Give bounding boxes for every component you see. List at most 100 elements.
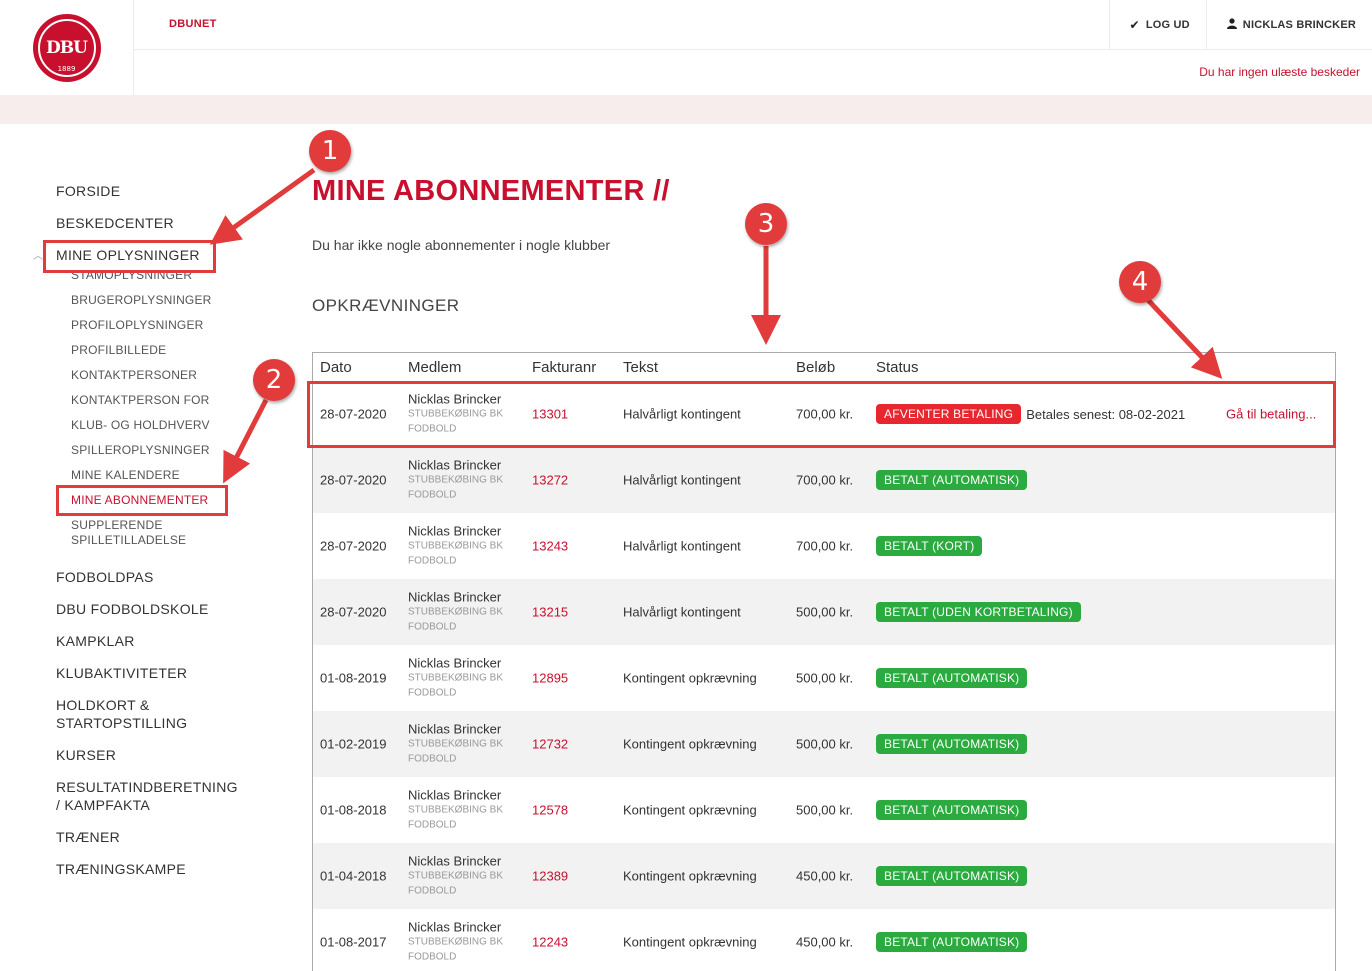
row-member: Nicklas Brincker STUBBEKØBING BK FODBOLD <box>408 920 518 965</box>
row-date: 01-08-2018 <box>320 802 387 818</box>
messages-link[interactable]: Du har ingen ulæste beskeder <box>1199 65 1360 79</box>
row-member: Nicklas Brincker STUBBEKØBING BK FODBOLD <box>408 524 518 569</box>
member-club: STUBBEKØBING BK <box>408 474 504 486</box>
sidebar-sub-spilleroplysninger[interactable]: SPILLEROPLYSNINGER <box>71 443 210 458</box>
highlight-box-pending-row <box>307 381 1336 448</box>
row-amount: 450,00 kr. <box>796 868 854 884</box>
chevron-up-icon[interactable]: ︿ <box>33 247 43 262</box>
logo-area[interactable]: DBU 1889 <box>0 0 134 95</box>
member-name: Nicklas Brincker <box>408 853 502 869</box>
member-club: STUBBEKØBING BK <box>408 672 504 684</box>
status-badge: BETALT (UDEN KORTBETALING) <box>876 602 1081 622</box>
col-status: Status <box>876 359 919 376</box>
arrow-2 <box>223 398 269 484</box>
status-badge: BETALT (AUTOMATISK) <box>876 932 1028 952</box>
member-club-line-2: FODBOLD <box>408 621 457 633</box>
table-row: 01-08-2018 Nicklas Brincker STUBBEKØBING… <box>313 777 1335 843</box>
row-text: Kontingent opkrævning <box>623 868 757 884</box>
sidebar-sub-klub-holdhverv[interactable]: KLUB- OG HOLDHVERV <box>71 418 210 433</box>
row-amount: 700,00 kr. <box>796 538 854 554</box>
status-badge: BETALT (AUTOMATISK) <box>876 470 1028 490</box>
col-amount: Beløb <box>796 359 836 376</box>
row-text: Kontingent opkrævning <box>623 736 757 752</box>
arrow-1 <box>209 167 316 245</box>
row-date: 01-08-2017 <box>320 934 387 950</box>
sidebar-item-kurser[interactable]: KURSER <box>56 746 116 764</box>
row-date: 28-07-2020 <box>320 538 387 554</box>
member-club: STUBBEKØBING BK <box>408 936 504 948</box>
logout-label: LOG UD <box>1145 19 1190 31</box>
status-badge: BETALT (AUTOMATISK) <box>876 668 1028 688</box>
row-status: BETALT (AUTOMATISK) <box>876 866 1028 886</box>
annotation-badge-2: 2 <box>253 359 295 401</box>
sidebar-sub-kontaktperson-for[interactable]: KONTAKTPERSON FOR <box>71 393 210 408</box>
header-band <box>0 95 1372 124</box>
dbu-logo[interactable]: DBU 1889 <box>32 13 101 82</box>
sidebar-item-kampklar[interactable]: KAMPKLAR <box>56 632 135 650</box>
member-club: STUBBEKØBING BK <box>408 540 504 552</box>
invoice-link[interactable]: 13243 <box>532 539 568 554</box>
invoice-link[interactable]: 12578 <box>532 803 568 818</box>
sidebar-sub-profiloplysninger[interactable]: PROFILOPLYSNINGER <box>71 318 204 333</box>
row-text: Halvårligt kontingent <box>623 604 741 620</box>
member-name: Nicklas Brincker <box>408 919 502 935</box>
member-club-line-2: FODBOLD <box>408 555 457 567</box>
col-date: Dato <box>320 359 352 376</box>
member-club: STUBBEKØBING BK <box>408 606 504 618</box>
supplerende-line-1: SUPPLERENDE <box>71 518 163 532</box>
annotation-badge-3: 3 <box>745 203 787 245</box>
row-status: BETALT (AUTOMATISK) <box>876 470 1028 490</box>
page-title: MINE ABONNEMENTER // <box>312 175 670 207</box>
section-title: OPKRÆVNINGER <box>312 296 460 315</box>
sidebar-item-traeningskampe[interactable]: TRÆNINGSKAMPE <box>56 860 186 878</box>
sidebar-item-klubaktiviteter[interactable]: KLUBAKTIVITETER <box>56 664 187 682</box>
holdkort-line-1: HOLDKORT & <box>56 697 150 713</box>
invoice-link[interactable]: 13215 <box>532 605 568 620</box>
row-member: Nicklas Brincker STUBBEKØBING BK FODBOLD <box>408 458 518 503</box>
sidebar-item-fodboldskole[interactable]: DBU FODBOLDSKOLE <box>56 600 209 618</box>
row-status: BETALT (AUTOMATISK) <box>876 668 1028 688</box>
invoice-link[interactable]: 12732 <box>532 737 568 752</box>
member-name: Nicklas Brincker <box>408 721 502 737</box>
row-text: Kontingent opkrævning <box>623 934 757 950</box>
highlight-box-mine-oplysninger <box>43 240 216 273</box>
row-text: Kontingent opkrævning <box>623 670 757 686</box>
member-club-line-2: FODBOLD <box>408 687 457 699</box>
table-row: 01-02-2019 Nicklas Brincker STUBBEKØBING… <box>313 711 1335 777</box>
sidebar-sub-supplerende[interactable]: SUPPLERENDE SPILLETILLADELSE <box>71 518 186 548</box>
sidebar-sub-kontaktpersoner[interactable]: KONTAKTPERSONER <box>71 368 197 383</box>
row-amount: 450,00 kr. <box>796 934 854 950</box>
invoice-link[interactable]: 12243 <box>532 935 568 950</box>
row-text: Kontingent opkrævning <box>623 802 757 818</box>
invoice-link[interactable]: 12895 <box>532 671 568 686</box>
sidebar-item-beskedcenter[interactable]: BESKEDCENTER <box>56 214 174 232</box>
sidebar-item-forside[interactable]: FORSIDE <box>56 182 120 200</box>
sidebar-item-fodboldpas[interactable]: FODBOLDPAS <box>56 568 154 586</box>
row-status: BETALT (AUTOMATISK) <box>876 734 1028 754</box>
table-row: 01-04-2018 Nicklas Brincker STUBBEKØBING… <box>313 843 1335 909</box>
invoice-link[interactable]: 12389 <box>532 869 568 884</box>
brand-link[interactable]: DBUNET <box>169 18 217 30</box>
status-badge: BETALT (AUTOMATISK) <box>876 734 1028 754</box>
row-amount: 500,00 kr. <box>796 736 854 752</box>
sidebar-sub-profilbillede[interactable]: PROFILBILLEDE <box>71 343 166 358</box>
member-club-line-2: FODBOLD <box>408 753 457 765</box>
sidebar-sub-brugeroplysninger[interactable]: BRUGEROPLYSNINGER <box>71 293 212 308</box>
no-subscriptions-text: Du har ikke nogle abonnementer i nogle k… <box>312 237 611 253</box>
logout-button[interactable]: ✔ LOG UD <box>1108 0 1206 50</box>
invoice-link[interactable]: 13272 <box>532 473 568 488</box>
member-name: Nicklas Brincker <box>408 589 502 605</box>
sidebar-item-holdkort[interactable]: HOLDKORT & STARTOPSTILLING <box>56 696 187 732</box>
status-badge: BETALT (AUTOMATISK) <box>876 800 1028 820</box>
checkmark-icon: ✔ <box>1129 18 1140 32</box>
sidebar-item-resultatindberetning[interactable]: RESULTATINDBERETNING / KAMPFAKTA <box>56 778 238 814</box>
table-row: 28-07-2020 Nicklas Brincker STUBBEKØBING… <box>313 513 1335 579</box>
sidebar-sub-mine-kalendere[interactable]: MINE KALENDERE <box>71 468 180 483</box>
row-text: Halvårligt kontingent <box>623 538 741 554</box>
row-member: Nicklas Brincker STUBBEKØBING BK FODBOLD <box>408 788 518 833</box>
status-badge: BETALT (AUTOMATISK) <box>876 866 1028 886</box>
resultat-line-2: / KAMPFAKTA <box>56 797 151 813</box>
row-date: 01-02-2019 <box>320 736 387 752</box>
user-button[interactable]: NICKLAS BRINCKER <box>1205 0 1372 50</box>
sidebar-item-traener[interactable]: TRÆNER <box>56 828 120 846</box>
